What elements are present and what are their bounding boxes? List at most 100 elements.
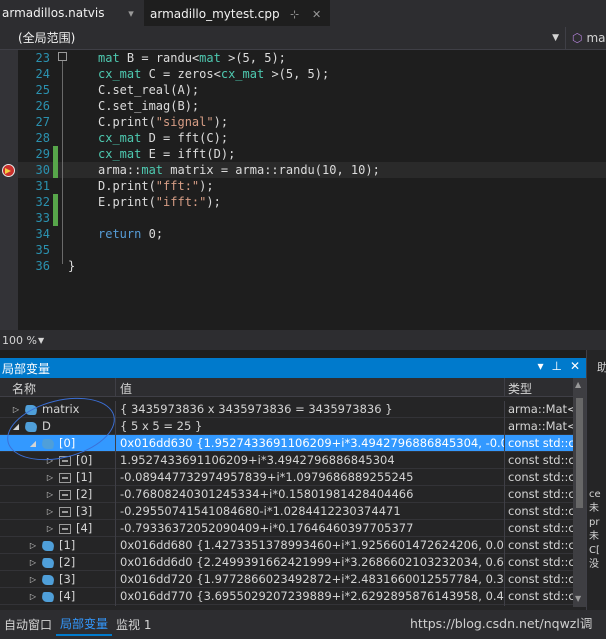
variable-value[interactable]: { 5 x 5 = 25 } <box>120 418 504 435</box>
bottom-tab[interactable]: 自动窗口 <box>0 615 56 635</box>
code-line[interactable]: 29 cx_mat E = ifft(D); <box>0 146 606 162</box>
cube-icon: ⬡ <box>572 30 583 45</box>
object-icon <box>41 540 55 551</box>
variable-value[interactable]: -0.79336372052090409+i*0.176464603977053… <box>120 520 504 537</box>
locals-row[interactable]: ▷ [1] 0x016dd680 {1.4273351378993460+i*1.9… <box>0 537 586 554</box>
locals-row[interactable]: ▷ [3] 0x016dd720 {1.9772866023492872+i*2.4… <box>0 571 586 588</box>
variable-value[interactable]: -0.29550741541084680-i*1.028441223037447… <box>120 503 504 520</box>
code-line[interactable]: 26 C.set_imag(B); <box>0 98 606 114</box>
locals-row[interactable]: ▷ [1] -0.089447732974957839+i*1.0979686889… <box>0 469 586 486</box>
code-line[interactable]: 32 E.print("ifft:"); <box>0 194 606 210</box>
expand-toggle-icon[interactable]: ▷ <box>29 554 37 571</box>
code-editor[interactable]: 23 mat B = randu<mat >(5, 5); 24 cx_mat C =… <box>0 50 606 330</box>
variable-value[interactable]: { 3435973836 x 3435973836 = 3435973836 } <box>120 401 504 418</box>
expand-toggle-icon[interactable]: ▷ <box>46 452 54 469</box>
locals-scrollbar[interactable]: ▲ ▼ <box>573 378 586 607</box>
column-type-header[interactable]: 类型 <box>508 380 532 397</box>
pin-icon[interactable]: ⊥ <box>551 359 561 373</box>
expand-toggle-icon[interactable]: ▷ <box>29 588 37 605</box>
code-line[interactable]: 24 cx_mat C = zeros<cx_mat >(5, 5); <box>0 66 606 82</box>
bottom-tab[interactable]: 局部变量 <box>56 614 113 636</box>
locals-row[interactable]: ▷ matrix { 3435973836 x 3435973836 = 34359… <box>0 401 586 418</box>
variable-value[interactable]: 0x016dd720 {1.9772866023492872+i*2.48316… <box>120 571 504 588</box>
expand-toggle-icon[interactable]: ▷ <box>29 571 37 588</box>
scroll-down-icon[interactable]: ▼ <box>575 594 581 603</box>
breakpoint-margin[interactable] <box>0 50 18 330</box>
locals-row[interactable]: ◢ D{ 5 x 5 = 25 } arma::Mat< <box>0 418 586 435</box>
code-text: } <box>68 258 75 274</box>
locals-row[interactable]: ▷ [2] 0x016dd6d0 {2.2499391662421999+i*3.2… <box>0 554 586 571</box>
code-token: cx_mat <box>98 131 142 145</box>
code-line[interactable]: 36} <box>0 258 606 274</box>
editor-status-strip: 100 % ▼ <box>0 330 606 350</box>
column-name-header[interactable]: 名称 <box>12 380 36 397</box>
code-token: matrix = arma::randu(10, 10); <box>170 163 380 177</box>
expand-toggle-icon[interactable]: ◢ <box>29 435 37 452</box>
expand-toggle-icon[interactable]: ▷ <box>46 503 54 520</box>
expand-toggle-icon[interactable]: ▷ <box>12 401 20 418</box>
locals-row[interactable]: ◢ [0] 0x016dd630 {1.9527433691106209+i*3.4… <box>0 435 586 452</box>
expand-toggle-icon[interactable]: ▷ <box>46 486 54 503</box>
variable-value[interactable]: 0x016dd6d0 {2.2499391662421999+i*3.26866… <box>120 554 504 571</box>
column-value-header[interactable]: 值 <box>120 380 132 397</box>
scrollbar-thumb[interactable] <box>576 398 583 508</box>
variable-value[interactable]: -0.76808240301245334+i*0.158019814284044… <box>120 486 504 503</box>
expand-toggle-icon[interactable]: ▷ <box>46 469 54 486</box>
code-line[interactable]: 25 C.set_real(A); <box>0 82 606 98</box>
variable-value[interactable]: 0x016dd630 {1.9527433691106209+i*3.49427… <box>120 435 504 452</box>
column-splitter[interactable] <box>504 378 505 397</box>
code-line[interactable]: 28 cx_mat D = fft(C); <box>0 130 606 146</box>
code-line[interactable]: 23 mat B = randu<mat >(5, 5); <box>0 50 606 66</box>
field-icon <box>59 455 71 466</box>
row-name-cell: ▷ matrix <box>12 401 80 418</box>
code-line[interactable]: 33 <box>0 210 606 226</box>
code-line[interactable]: 34 return 0; <box>0 226 606 242</box>
code-line[interactable]: 30 arma::mat matrix = arma::randu(10, 10)… <box>0 162 606 178</box>
zoom-level[interactable]: 100 % <box>0 334 38 347</box>
code-line[interactable]: 27 C.print("signal"); <box>0 114 606 130</box>
object-icon <box>41 557 55 568</box>
document-tab[interactable]: armadillo_mytest.cpp ⊹ ✕ <box>144 0 330 26</box>
code-token: } <box>68 259 76 273</box>
row-name-cell: ▷ [1] <box>29 537 75 554</box>
breakpoint-current-icon[interactable] <box>2 164 15 177</box>
scope-dropdown[interactable]: (全局范围) ▼ <box>0 26 566 49</box>
outline-guide <box>62 58 63 264</box>
expand-toggle-icon[interactable]: ▷ <box>46 520 54 537</box>
window-menu-icon[interactable]: ▾ <box>537 359 543 373</box>
column-splitter[interactable] <box>115 378 116 397</box>
scroll-up-icon[interactable]: ▲ <box>575 380 581 389</box>
zoom-dropdown-icon[interactable]: ▼ <box>38 336 48 345</box>
document-tab[interactable]: armadillos.natvis ▾ <box>0 0 144 26</box>
member-dropdown[interactable]: ⬡ ma <box>566 31 606 45</box>
locals-row[interactable]: ▷ [0] 1.9527433691106209+i*3.4942796886845… <box>0 452 586 469</box>
line-number: 23 <box>35 51 50 65</box>
code-token: >(5, 5); <box>271 67 330 81</box>
locals-row[interactable]: ▷ [4] -0.79336372052090409+i*0.17646460397… <box>0 520 586 537</box>
variable-name: [0] <box>59 436 76 450</box>
locals-row[interactable]: ▷ [4] 0x016dd770 {3.6955029207239889+i*2.6… <box>0 588 586 605</box>
close-icon[interactable]: ✕ <box>570 359 580 373</box>
variable-value[interactable]: 0x016dd770 {3.6955029207239889+i*2.62928… <box>120 588 504 605</box>
close-tab-icon[interactable]: ✕ <box>310 8 324 21</box>
locals-row[interactable]: ▷ [2] -0.76808240301245334+i*0.15801981428… <box>0 486 586 503</box>
locals-row[interactable]: ▷ [3] -0.29550741541084680-i*1.02844122303… <box>0 503 586 520</box>
scope-label: (全局范围) <box>18 31 76 45</box>
bottom-tab[interactable]: 监视 1 <box>112 615 155 635</box>
pin-tab-icon[interactable]: ⊹ <box>288 8 302 21</box>
expand-toggle-icon[interactable]: ◢ <box>12 418 20 435</box>
row-name-cell: ◢ D <box>12 418 51 435</box>
tab-dropdown-icon[interactable]: ▾ <box>124 7 138 20</box>
variable-value[interactable]: -0.089447732974957839+i*1.09796868892552… <box>120 469 504 486</box>
variable-value[interactable]: 0x016dd680 {1.4273351378993460+i*1.92566… <box>120 537 504 554</box>
variable-value[interactable]: 1.9527433691106209+i*3.4942796886845304 <box>120 452 504 469</box>
code-token: 0; <box>148 227 164 241</box>
code-line[interactable]: 31 D.print("fft:"); <box>0 178 606 194</box>
variable-name: matrix <box>42 402 80 416</box>
code-line[interactable]: 35 <box>0 242 606 258</box>
expand-toggle-icon[interactable]: ▷ <box>29 537 37 554</box>
line-number: 31 <box>35 179 50 193</box>
chevron-down-icon[interactable]: ▼ <box>552 33 559 43</box>
collapse-toggle-icon[interactable] <box>58 52 67 61</box>
code-token: ); <box>199 179 214 193</box>
